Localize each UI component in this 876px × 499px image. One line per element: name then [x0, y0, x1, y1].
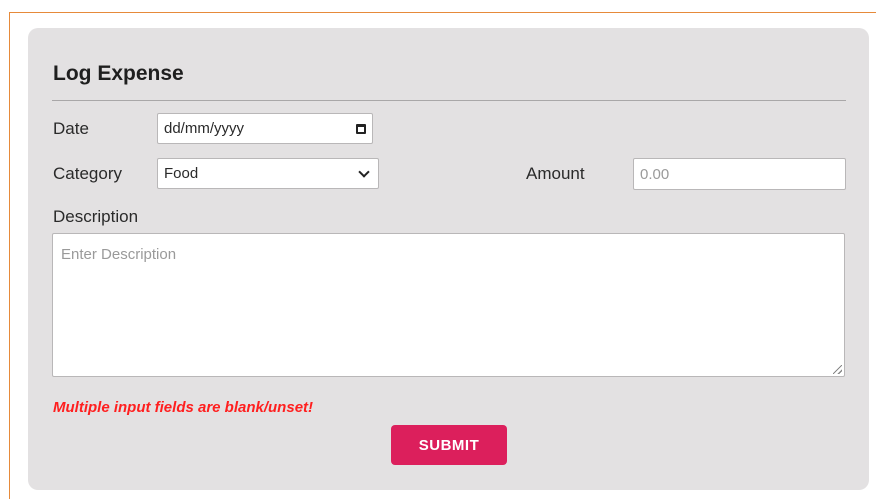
date-label: Date: [53, 119, 89, 138]
category-select[interactable]: Food: [157, 158, 379, 189]
category-selected-value: Food: [164, 165, 199, 182]
frame-border-left: [9, 12, 10, 499]
category-label: Category: [53, 164, 122, 183]
amount-input[interactable]: 0.00: [633, 158, 846, 190]
description-label: Description: [53, 207, 139, 226]
date-input[interactable]: dd/mm/yyyy: [157, 113, 373, 144]
chevron-down-icon[interactable]: [358, 165, 370, 178]
log-expense-card: Log Expense Date dd/mm/yyyy Category Foo…: [28, 28, 869, 490]
frame-border-top: [9, 12, 876, 13]
form-title: Log Expense: [53, 62, 184, 85]
title-divider: [52, 100, 846, 101]
amount-label: Amount: [526, 164, 585, 183]
date-input-text: dd/mm/yyyy: [164, 120, 245, 137]
description-textarea[interactable]: Enter Description: [52, 233, 845, 377]
validation-error-message: Multiple input fields are blank/unset!: [53, 399, 314, 416]
calendar-icon[interactable]: [356, 123, 366, 134]
amount-placeholder: 0.00: [640, 165, 670, 183]
submit-button[interactable]: SUBMIT: [391, 425, 507, 465]
description-placeholder: Enter Description: [61, 246, 177, 263]
resize-handle-icon[interactable]: [833, 365, 842, 374]
